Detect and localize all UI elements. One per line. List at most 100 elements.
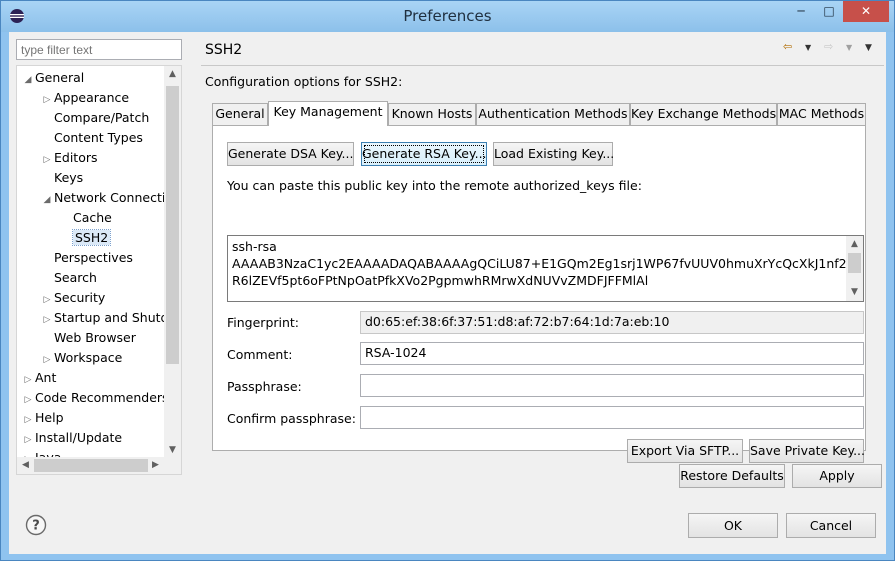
tree-item[interactable]: ▷ Install/Update bbox=[21, 428, 123, 450]
filter-input[interactable] bbox=[16, 39, 182, 60]
tree-horizontal-scrollbar[interactable]: ◀ ▶ bbox=[17, 457, 181, 474]
expand-icon[interactable]: ▷ bbox=[21, 430, 35, 450]
tree-item[interactable]: ▷ Workspace bbox=[40, 348, 123, 370]
minimize-button[interactable]: ─ bbox=[787, 1, 815, 22]
paste-hint-label: You can paste this public key into the r… bbox=[227, 178, 642, 193]
tree-item[interactable]: ▷ Help bbox=[21, 408, 64, 428]
expand-icon[interactable]: ▷ bbox=[40, 150, 54, 170]
key-management-panel: Generate DSA Key... Generate RSA Key... … bbox=[212, 125, 866, 463]
confirm-passphrase-field[interactable] bbox=[360, 406, 864, 429]
back-arrow-icon[interactable]: ⇦ bbox=[783, 40, 792, 53]
tree-item-label: Workspace bbox=[54, 350, 123, 365]
maximize-button[interactable]: □ bbox=[815, 1, 843, 22]
tree-item[interactable]: Web Browser bbox=[40, 328, 136, 348]
comment-label: Comment: bbox=[227, 347, 293, 362]
tree-item-label: Web Browser bbox=[54, 330, 136, 345]
apply-button[interactable]: Apply bbox=[792, 464, 882, 488]
public-key-line: ssh-rsa bbox=[232, 239, 277, 254]
expand-icon[interactable]: ▷ bbox=[21, 370, 35, 390]
tree-item[interactable]: ▷ Security bbox=[40, 288, 106, 310]
collapse-icon[interactable]: ◢ bbox=[21, 70, 35, 90]
page-description: Configuration options for SSH2: bbox=[205, 74, 403, 89]
public-key-scrollbar[interactable]: ▲ ▼ bbox=[846, 236, 863, 301]
scroll-right-arrow-icon[interactable]: ▶ bbox=[147, 457, 164, 474]
public-key-line: R6lZEVf5pt6oFPtNpOatPfkXVo2PgpmwhRMrwXdN… bbox=[232, 273, 649, 288]
preferences-window: Preferences ─ □ ✕ ▷Maven▷Java▷Install/Up… bbox=[0, 0, 895, 561]
tree-item-label: SSH2 bbox=[71, 229, 112, 246]
tree-item-label: Search bbox=[54, 270, 97, 285]
tree-item[interactable]: ▷ Ant bbox=[21, 368, 57, 390]
view-menu-icon[interactable]: ▼ bbox=[865, 43, 872, 53]
tree-item[interactable]: Perspectives bbox=[40, 248, 133, 268]
forward-dropdown-icon[interactable]: ▼ bbox=[846, 43, 852, 52]
page-navigation: ⇦ ▼ ⇨ ▼ ▼ bbox=[783, 40, 878, 58]
tree-item-label: Security bbox=[54, 290, 106, 305]
tree-item[interactable]: Keys bbox=[40, 168, 83, 188]
comment-field[interactable]: RSA-1024 bbox=[360, 342, 864, 365]
tab-authentication-methods[interactable]: Authentication Methods bbox=[476, 103, 630, 125]
tree-item-label: Network Connectio bbox=[54, 190, 173, 205]
tree-vertical-scrollbar[interactable]: ▲ ▼ bbox=[164, 66, 181, 459]
tree-item[interactable]: SSH2 bbox=[59, 228, 112, 248]
expand-icon[interactable]: ▷ bbox=[21, 390, 35, 410]
passphrase-field[interactable] bbox=[360, 374, 864, 397]
forward-arrow-icon[interactable]: ⇨ bbox=[824, 40, 833, 53]
dialog-client: ▷Maven▷Java▷Install/Update▷Help▷Code Rec… bbox=[9, 32, 886, 554]
scroll-thumb[interactable] bbox=[34, 459, 148, 472]
tab-known-hosts[interactable]: Known Hosts bbox=[388, 103, 476, 125]
public-key-textarea[interactable]: ssh-rsa AAAAB3NzaC1yc2EAAAADAQABAAAAgQCi… bbox=[227, 235, 864, 302]
tab-mac-methods[interactable]: MAC Methods bbox=[777, 103, 866, 125]
tree-item-label: Startup and Shutd bbox=[54, 310, 169, 325]
tree-item[interactable]: ▷ Code Recommenders bbox=[21, 388, 169, 408]
confirm-passphrase-label: Confirm passphrase: bbox=[227, 411, 356, 426]
tree-item-label: Editors bbox=[54, 150, 98, 165]
expand-icon[interactable]: ▷ bbox=[40, 290, 54, 310]
ok-button[interactable]: OK bbox=[688, 513, 778, 538]
page-title: SSH2 bbox=[205, 42, 243, 58]
save-private-key-button[interactable]: Save Private Key... bbox=[749, 439, 865, 463]
window-title: Preferences bbox=[403, 7, 492, 25]
tree-item-label: Compare/Patch bbox=[54, 110, 150, 125]
generate-rsa-key-button[interactable]: Generate RSA Key... bbox=[361, 142, 487, 166]
tree-item[interactable]: Cache bbox=[59, 208, 112, 228]
tree-item[interactable]: ▷ Appearance bbox=[40, 88, 130, 110]
scroll-down-arrow-icon[interactable]: ▼ bbox=[846, 284, 863, 301]
expand-icon[interactable]: ▷ bbox=[40, 90, 54, 110]
tree-item-label: Ant bbox=[35, 370, 57, 385]
scroll-thumb[interactable] bbox=[166, 86, 179, 364]
tree-item[interactable]: ◢ Network Connectio bbox=[40, 188, 173, 208]
collapse-icon[interactable]: ◢ bbox=[40, 190, 54, 210]
expand-icon[interactable]: ▷ bbox=[40, 310, 54, 330]
scroll-thumb[interactable] bbox=[848, 253, 861, 273]
tab-general[interactable]: General bbox=[212, 103, 268, 125]
help-icon[interactable]: ? bbox=[25, 514, 47, 536]
tree-item[interactable]: Compare/Patch bbox=[40, 108, 149, 128]
tree-item-label: Content Types bbox=[54, 130, 143, 145]
scroll-up-arrow-icon[interactable]: ▲ bbox=[846, 236, 863, 253]
scroll-left-arrow-icon[interactable]: ◀ bbox=[17, 457, 34, 474]
export-via-sftp-button[interactable]: Export Via SFTP... bbox=[627, 439, 743, 463]
tree-item-label: Install/Update bbox=[35, 430, 123, 445]
load-existing-key-button[interactable]: Load Existing Key... bbox=[493, 142, 614, 166]
tree-item-label: Help bbox=[35, 410, 64, 425]
cancel-button[interactable]: Cancel bbox=[786, 513, 876, 538]
scroll-up-arrow-icon[interactable]: ▲ bbox=[164, 66, 181, 83]
public-key-line: AAAAB3NzaC1yc2EAAAADAQABAAAAgQCiLU87+E1G… bbox=[232, 256, 864, 271]
tree-item-label: Cache bbox=[73, 210, 112, 225]
generate-dsa-key-button[interactable]: Generate DSA Key... bbox=[227, 142, 354, 166]
tree-item[interactable]: ▷ Startup and Shutd bbox=[40, 308, 169, 330]
title-bar: Preferences ─ □ ✕ bbox=[1, 1, 894, 32]
tab-key-management[interactable]: Key Management bbox=[268, 101, 388, 126]
close-button[interactable]: ✕ bbox=[843, 1, 889, 22]
fingerprint-label: Fingerprint: bbox=[227, 315, 300, 330]
expand-icon[interactable]: ▷ bbox=[40, 350, 54, 370]
expand-icon[interactable]: ▷ bbox=[21, 410, 35, 430]
tree-item-label: Appearance bbox=[54, 90, 130, 105]
tree-item[interactable]: ◢ General bbox=[21, 68, 85, 90]
back-dropdown-icon[interactable]: ▼ bbox=[805, 43, 811, 52]
tree-item[interactable]: ▷ Editors bbox=[40, 148, 98, 168]
tree-item[interactable]: Search bbox=[40, 268, 97, 288]
tree-item[interactable]: Content Types bbox=[40, 128, 143, 148]
restore-defaults-button[interactable]: Restore Defaults bbox=[679, 464, 785, 488]
tab-key-exchange-methods[interactable]: Key Exchange Methods bbox=[630, 103, 777, 125]
